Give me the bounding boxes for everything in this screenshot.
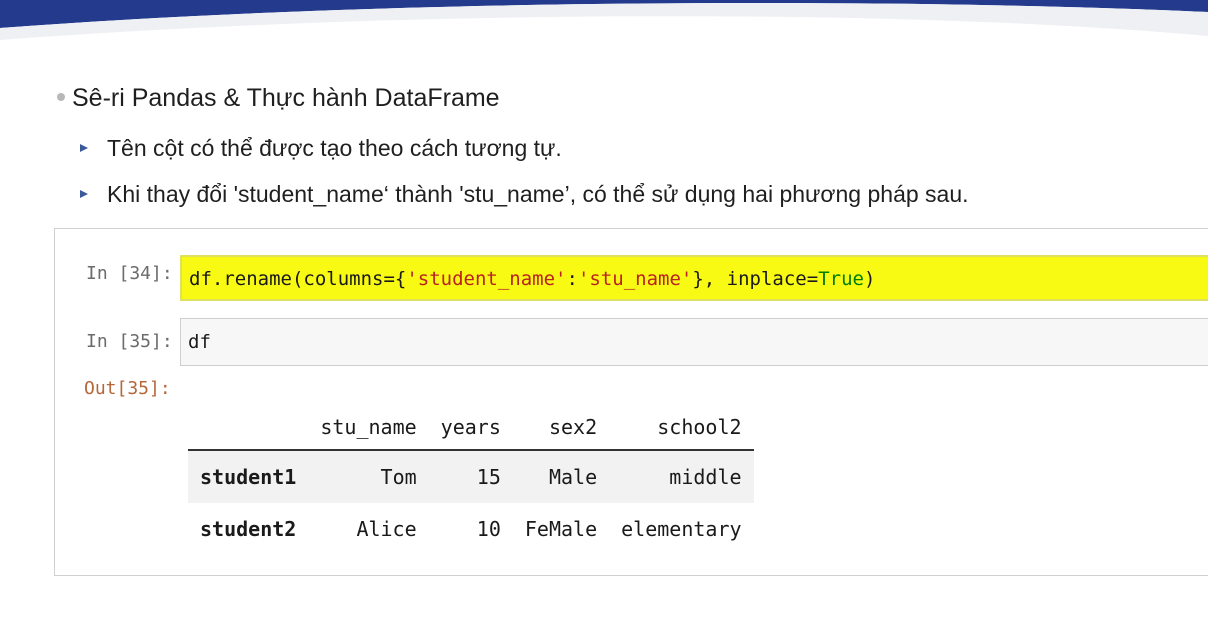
code-text: ) (863, 268, 876, 290)
table-cell: elementary (621, 517, 742, 541)
table-row: student1 Tom 15 Male middle (188, 450, 754, 503)
table-cell: Alice (356, 517, 417, 541)
bullet-item: Khi thay đổi 'student_name‘ thành 'stu_n… (80, 181, 969, 208)
dataframe-table: stu_name years sex2 school2 student1 Tom… (188, 405, 754, 555)
bullet-item: Tên cột có thể được tạo theo cách tương … (80, 135, 562, 162)
code-cell-35[interactable]: df (180, 318, 1208, 366)
table-header-row: stu_name years sex2 school2 (188, 405, 754, 451)
input-prompt-35: In [35]: (86, 331, 173, 352)
row-index: student2 (200, 517, 297, 541)
code-text: : (566, 268, 578, 290)
table-cell: FeMale (524, 517, 598, 541)
table-cell: middle (669, 465, 742, 489)
code-text: }, inplace= (692, 268, 819, 290)
slide-title: Sê-ri Pandas & Thực hành DataFrame (57, 84, 500, 113)
top-banner (0, 0, 1208, 40)
table-row: student2 Alice 10 FeMale elementary (188, 503, 754, 555)
code-string: 'stu_name' (577, 268, 693, 290)
column-header: school2 (609, 405, 754, 451)
code-keyword: True (818, 268, 864, 290)
row-index: student1 (200, 465, 297, 489)
column-header: sex2 (512, 405, 610, 451)
bullet-dot-icon (57, 93, 65, 101)
code-string: 'student_name' (406, 268, 567, 290)
table-cell: Male (548, 465, 598, 489)
code-text: df (188, 331, 211, 353)
code-cell-34[interactable]: df.rename(columns={'student_name':'stu_n… (180, 255, 1208, 301)
table-cell: 15 (476, 465, 501, 489)
triangle-bullet-icon (80, 144, 88, 152)
index-header (188, 405, 309, 451)
table-cell: 10 (476, 517, 501, 541)
table-cell: Tom (380, 465, 417, 489)
column-header: stu_name (308, 405, 429, 451)
column-header: years (428, 405, 513, 451)
triangle-bullet-icon (80, 190, 88, 198)
input-prompt-34: In [34]: (86, 263, 173, 284)
output-prompt-35: Out[35]: (84, 378, 171, 399)
code-text: df.rename(columns={ (189, 268, 407, 290)
